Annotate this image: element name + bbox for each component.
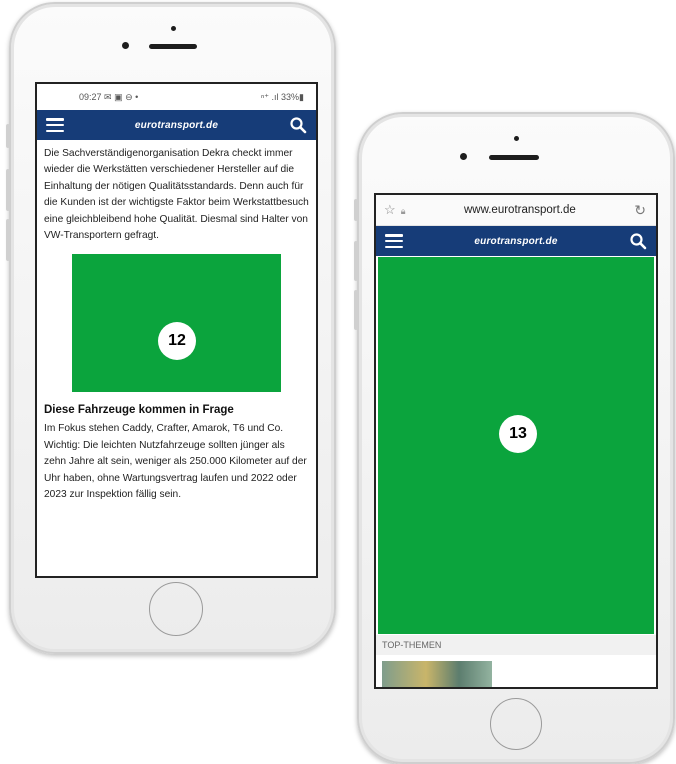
- callout-badge-12: 12: [158, 322, 196, 361]
- site-logo[interactable]: eurotransport.de: [135, 120, 218, 131]
- proximity-sensor: [171, 26, 176, 31]
- image-placeholder: 12: [72, 254, 281, 393]
- hamburger-menu-icon[interactable]: [385, 234, 403, 248]
- browser-left-icons: ☆ 🔒︎: [384, 202, 406, 218]
- earpiece-speaker: [149, 44, 197, 49]
- front-camera: [122, 42, 129, 49]
- section-label: TOP-THEMEN: [376, 635, 656, 655]
- volume-down-button: [354, 290, 358, 330]
- hamburger-menu-icon[interactable]: [46, 118, 64, 132]
- callout-badge-13: 13: [499, 415, 537, 453]
- volume-down-button: [6, 219, 10, 261]
- proximity-sensor: [514, 136, 519, 141]
- search-icon[interactable]: [289, 116, 307, 134]
- earpiece-speaker: [489, 155, 539, 160]
- browser-address-bar: ☆ 🔒︎ www.eurotransport.de ↻: [376, 195, 656, 226]
- article-body: Im Fokus stehen Caddy, Crafter, Amarok, …: [44, 423, 307, 501]
- site-header: eurotransport.de: [376, 226, 656, 256]
- status-right-icons: ⁿ⁺ .ıl 33%▮: [260, 91, 304, 102]
- star-icon[interactable]: ☆: [384, 202, 396, 217]
- ad-placeholder: 13: [378, 257, 654, 634]
- screen-left: 09:27 ✉ ▣ ⊖ • ⁿ⁺ .ıl 33%▮ eurotransport.…: [35, 82, 318, 578]
- site-logo[interactable]: eurotransport.de: [474, 236, 557, 247]
- article: Die Sachverständigenorganisation Dekra c…: [37, 140, 316, 503]
- article-intro: Die Sachverständigenorganisation Dekra c…: [44, 148, 309, 242]
- volume-up-button: [354, 241, 358, 281]
- lock-icon: 🔒︎: [400, 206, 406, 216]
- status-bar: 09:27 ✉ ▣ ⊖ • ⁿ⁺ .ıl 33%▮: [37, 84, 316, 110]
- mute-switch: [6, 124, 10, 148]
- teaser-thumbnail[interactable]: [382, 661, 492, 687]
- reload-icon[interactable]: ↻: [634, 202, 646, 219]
- notification-icons: ✉ ▣ ⊖ •: [104, 91, 139, 102]
- url-field[interactable]: www.eurotransport.de: [464, 204, 576, 216]
- article-subheading: Diese Fahrzeuge kommen in Frage: [44, 404, 234, 417]
- site-header: eurotransport.de: [37, 110, 316, 140]
- search-icon[interactable]: [629, 232, 647, 250]
- screen-right: ☆ 🔒︎ www.eurotransport.de ↻ eurotranspor…: [374, 193, 658, 689]
- status-time: 09:27: [79, 91, 102, 102]
- volume-up-button: [6, 169, 10, 211]
- mute-switch: [354, 199, 358, 221]
- front-camera: [460, 153, 467, 160]
- status-time-group: 09:27 ✉ ▣ ⊖ •: [79, 92, 138, 103]
- home-button[interactable]: [149, 582, 203, 636]
- home-button[interactable]: [490, 698, 542, 750]
